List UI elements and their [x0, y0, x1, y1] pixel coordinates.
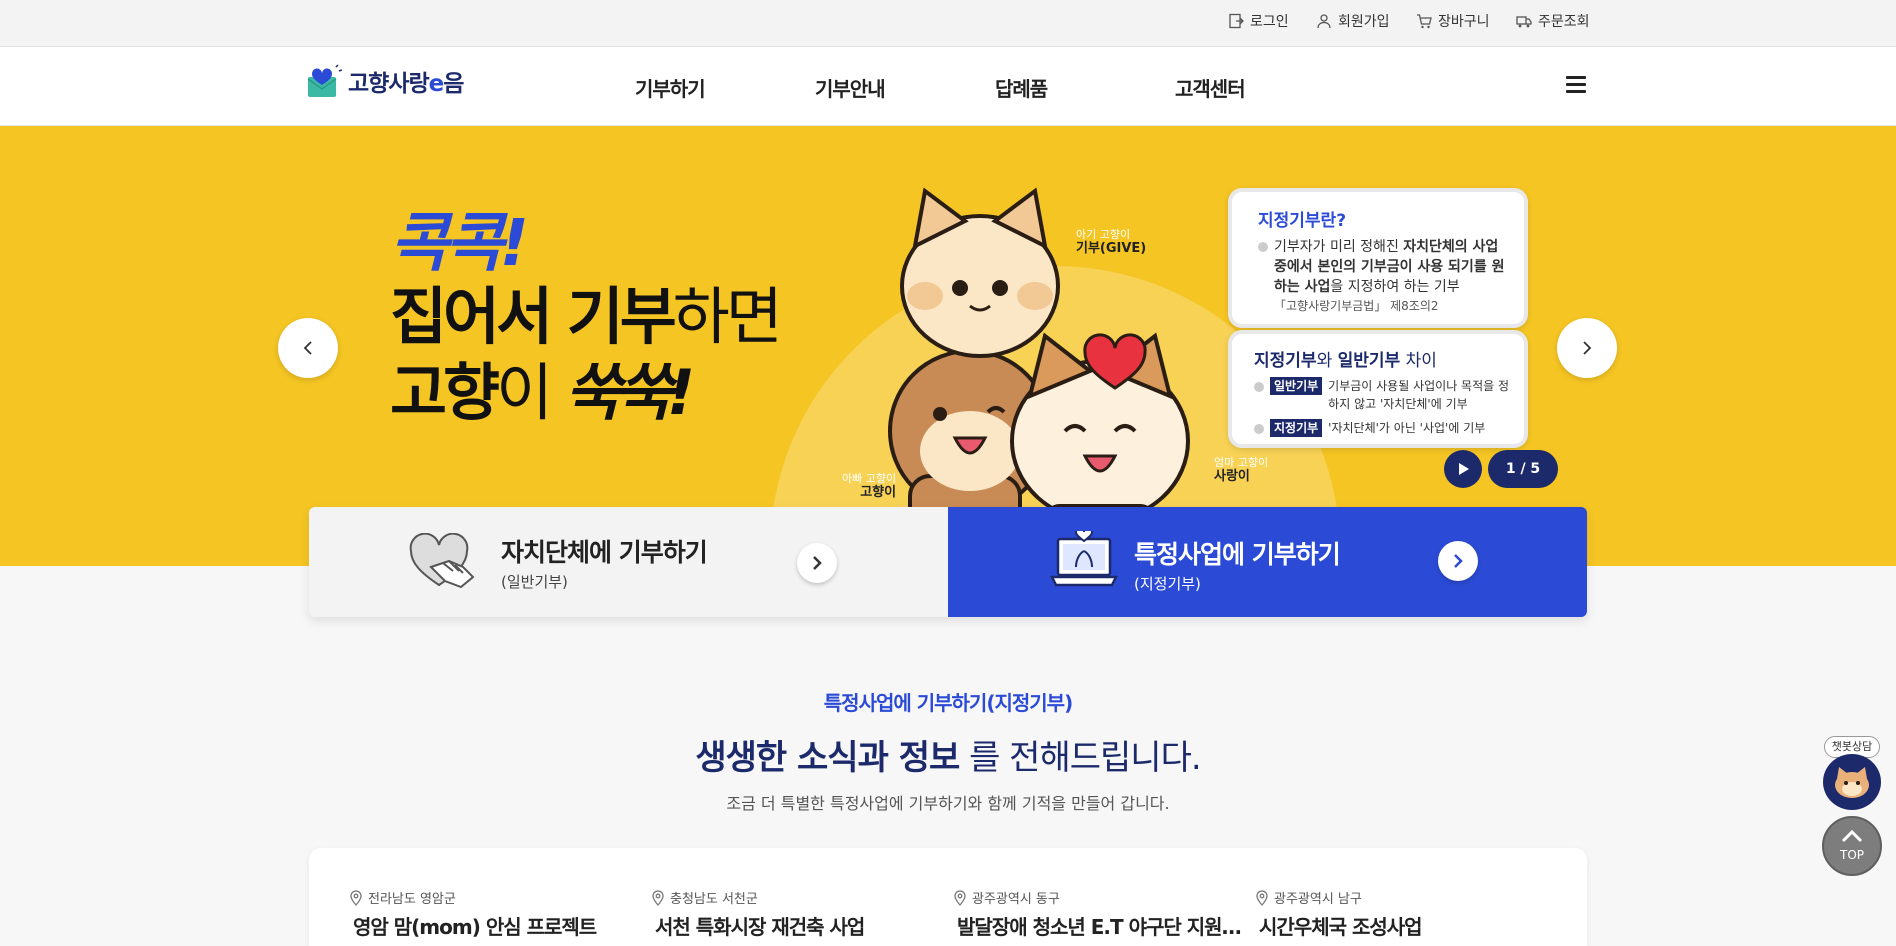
check-icon — [1258, 242, 1268, 252]
location-pin-icon — [954, 889, 966, 906]
login-link[interactable]: 로그인 — [1228, 11, 1289, 31]
location-pin-icon — [652, 889, 664, 906]
card2-title: 지정기부와 일반기부 차이 — [1254, 351, 1437, 371]
laptop-heart-icon — [1050, 531, 1118, 587]
project-name: 영암 맘(mom) 안심 프로젝트 — [353, 915, 597, 939]
project-location: 광주광역시 남구 — [1255, 888, 1362, 907]
project-name: 발달장애 청소년 E.T 야구단 지원 사업 — [957, 915, 1243, 939]
card2-row-general: 일반기부 기부금이 사용될 사업이나 목적을 정하지 않고 '자치단체'에 기부 — [1254, 377, 1510, 413]
general-donation-arrow — [797, 543, 837, 583]
user-icon — [1317, 14, 1331, 29]
designated-donation-card: 지정기부란? 기부자가 미리 정해진 자치단체의 사업 중에서 본인의 기부금이… — [1228, 188, 1528, 328]
heart-mail-logo-icon — [307, 64, 342, 97]
chevron-right-icon — [1583, 341, 1592, 355]
section-description: 조금 더 특별한 특정사업에 기부하기와 함께 기적을 만들어 갑니다. — [726, 794, 1170, 813]
card1-title: 지정기부란? — [1258, 211, 1347, 231]
specific-donation-button[interactable]: 특정사업에 기부하기 (지정기부) — [948, 507, 1587, 617]
project-list: 전라남도 영암군 영암 맘(mom) 안심 프로젝트 충청남도 서천군 서천 특… — [309, 848, 1587, 946]
scroll-top-label: TOP — [1839, 848, 1864, 862]
chevron-right-icon — [1454, 554, 1463, 568]
orders-link[interactable]: 주문조회 — [1516, 11, 1590, 31]
project-location: 전라남도 영암군 — [349, 888, 456, 907]
general-donation-button[interactable]: 자치단체에 기부하기 (일반기부) — [309, 507, 948, 617]
logo-text: 고향사랑e음 — [348, 71, 464, 97]
check-icon — [1254, 424, 1264, 434]
cart-link[interactable]: 장바구니 — [1416, 11, 1490, 31]
project-location: 광주광역시 동구 — [953, 888, 1060, 907]
cart-icon — [1417, 14, 1432, 29]
donation-options: 자치단체에 기부하기 (일반기부) 특정사업에 기부하기 (지정기부) — [309, 507, 1587, 617]
orders-label: 주문조회 — [1538, 14, 1590, 30]
project-location: 충청남도 서천군 — [651, 888, 758, 907]
signup-label: 회원가입 — [1338, 14, 1390, 30]
banner-next-button[interactable] — [1557, 318, 1617, 378]
slide-play-button[interactable] — [1444, 450, 1482, 488]
site-logo[interactable]: 고향사랑e음 — [306, 63, 464, 99]
location-pin-icon — [1256, 889, 1268, 906]
section-kicker: 특정사업에 기부하기(지정기부) — [823, 691, 1073, 715]
login-icon — [1229, 13, 1244, 29]
specific-donation-title: 특정사업에 기부하기 — [1134, 540, 1341, 569]
chatbot-button[interactable] — [1823, 754, 1881, 810]
location-pin-icon — [350, 889, 362, 906]
project-name: 시간우체국 조성사업 — [1259, 915, 1423, 939]
chevron-right-icon — [813, 556, 822, 570]
scroll-top-button[interactable]: TOP — [1822, 816, 1882, 876]
section-title: 생생한 소식과 정보 를 전해드립니다. — [695, 738, 1201, 778]
hero-banner: 콕콕! 집어서 기부하면 고향이 쑥쑥! 아기 고향이 기부(GIVE) 아빠 고… — [0, 126, 1896, 566]
general-donation-sub: (일반기부) — [501, 573, 568, 591]
main-header: 고향사랑e음 기부하기 기부안내 답례품 고객센터 — [0, 47, 1896, 126]
heart-hands-icon — [409, 533, 475, 589]
menu-icon[interactable] — [1566, 76, 1586, 94]
nav-support[interactable]: 고객센터 — [1175, 73, 1246, 102]
card2-row-designated: 지정기부 '자치단체'가 아닌 '사업'에 기부 — [1254, 419, 1510, 437]
chevron-up-icon — [1841, 829, 1863, 843]
play-icon — [1459, 463, 1469, 475]
cat-face-icon — [1835, 767, 1869, 798]
truck-icon — [1516, 16, 1532, 28]
banner-headline-line2: 고향이 쑥쑥! — [390, 356, 695, 429]
specific-donation-sub: (지정기부) — [1134, 575, 1201, 593]
login-label: 로그인 — [1250, 14, 1289, 30]
donation-difference-card: 지정기부와 일반기부 차이 일반기부 기부금이 사용될 사업이나 목적을 정하지… — [1228, 330, 1528, 448]
utility-bar: 로그인 회원가입 장바구니 주문조회 — [0, 0, 1896, 47]
nav-gifts[interactable]: 답례품 — [995, 73, 1048, 102]
nav-guide[interactable]: 기부안내 — [815, 73, 886, 102]
card1-law: 「고향사랑기부금법」 제8조의2 — [1274, 299, 1439, 313]
check-icon — [1254, 382, 1264, 392]
slide-counter: 1 / 5 — [1488, 450, 1558, 488]
banner-prev-button[interactable] — [278, 318, 338, 378]
general-donation-title: 자치단체에 기부하기 — [501, 538, 708, 567]
nav-donate[interactable]: 기부하기 — [635, 73, 706, 102]
char-label-dad: 아빠 고향이 고향이 — [842, 472, 897, 500]
specific-donation-arrow — [1438, 541, 1478, 581]
char-label-mom: 엄마 고향이 사랑이 — [1214, 456, 1269, 484]
char-label-baby: 아기 고향이 기부(GIVE) — [1076, 228, 1147, 256]
card1-body: 기부자가 미리 정해진 자치단체의 사업 중에서 본인의 기부금이 사용 되기를… — [1258, 237, 1506, 297]
chevron-left-icon — [303, 341, 312, 355]
project-name: 서천 특화시장 재건축 사업 — [655, 915, 865, 939]
cart-label: 장바구니 — [1438, 14, 1490, 30]
signup-link[interactable]: 회원가입 — [1316, 11, 1390, 31]
